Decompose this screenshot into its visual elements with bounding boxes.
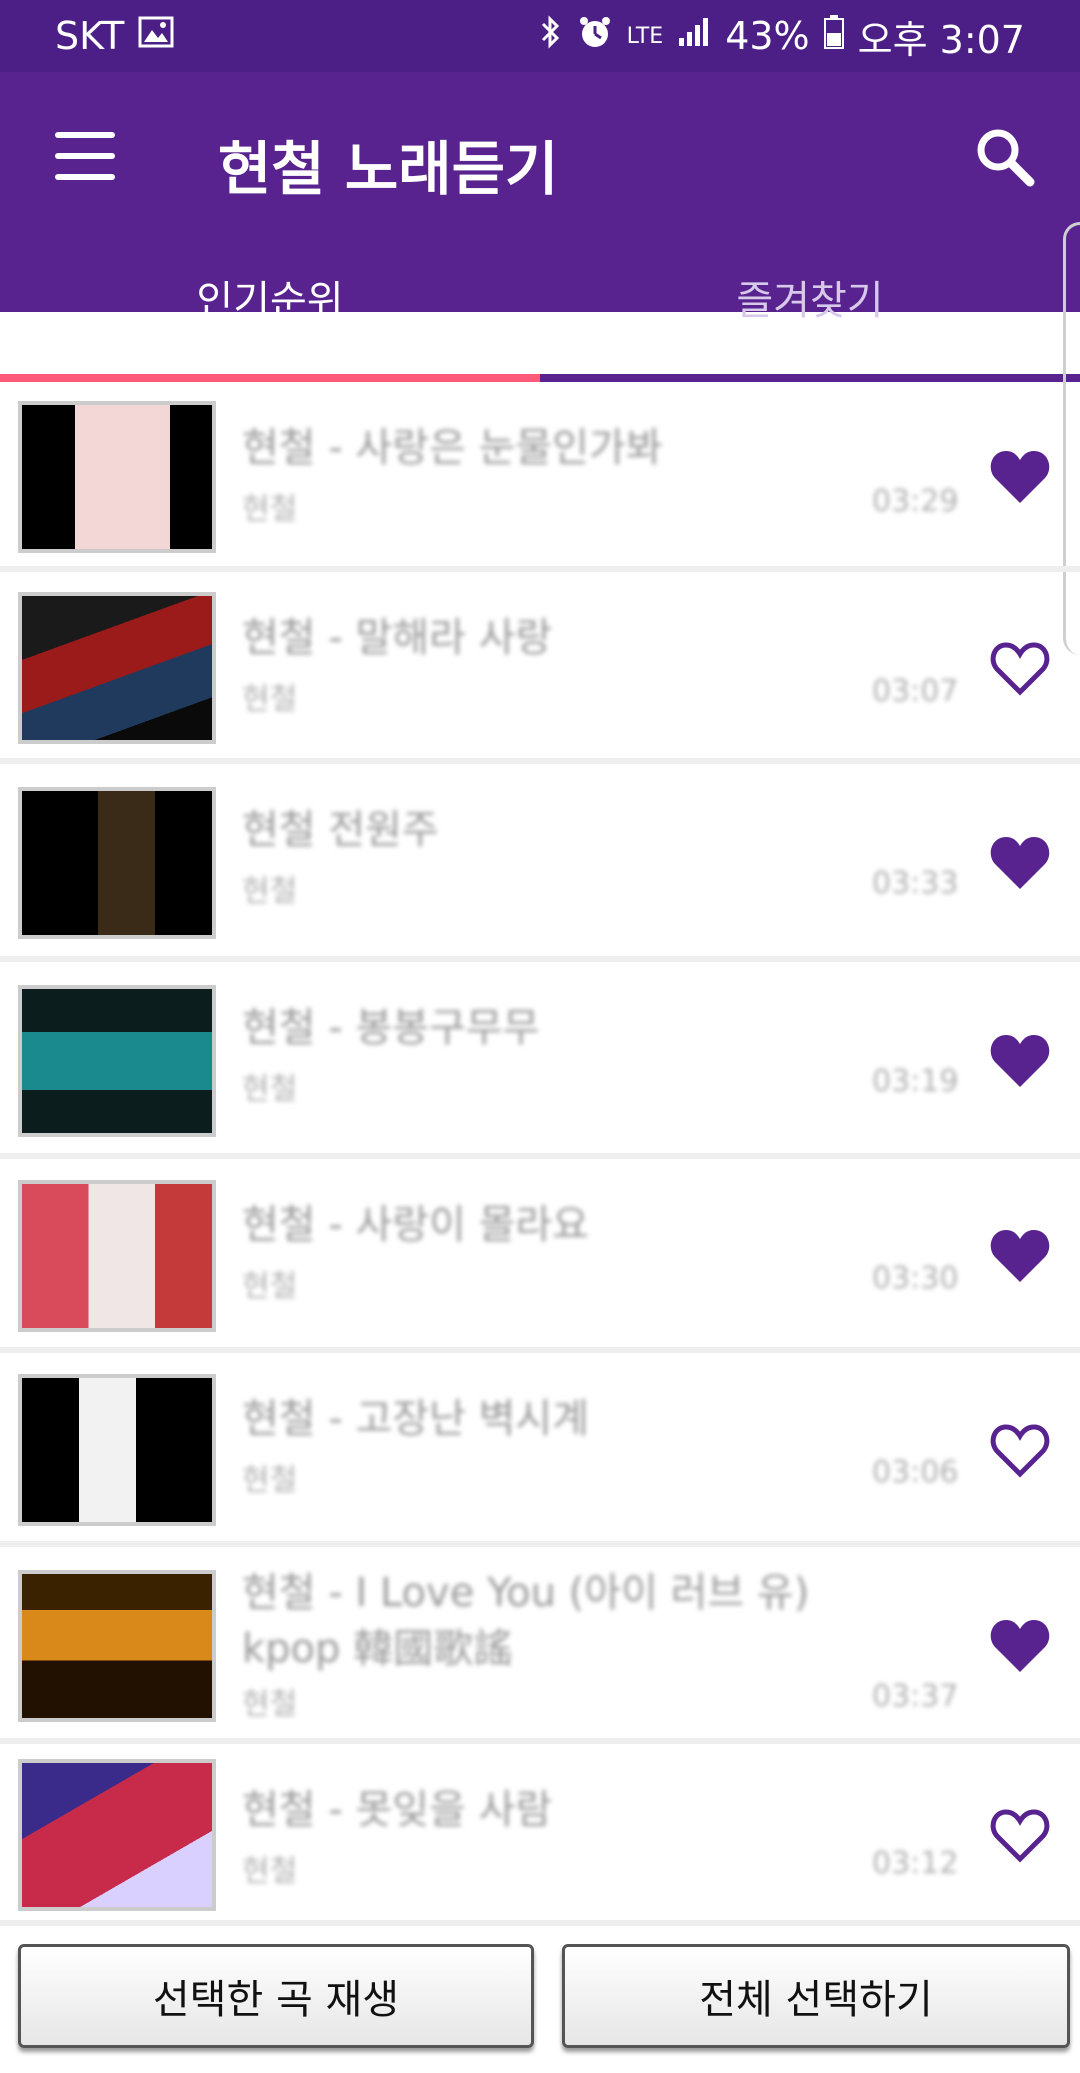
song-title: 현철 - 사랑이 몰라요 (242, 1202, 589, 1248)
song-title: 현철 - I Love You (아이 러브 유) kpop 韓國歌謠 (242, 1570, 810, 1672)
song-duration: 03:37 (872, 1679, 959, 1714)
song-row[interactable]: 현철 - 고장난 벽시계현철 03:06 (0, 1353, 1080, 1547)
song-row[interactable]: 현철 - 말해라 사랑현철 03:07 (0, 572, 1080, 764)
tab-underline-rest (540, 374, 1080, 382)
song-artist: 현철 (242, 874, 298, 909)
tab-indicator (0, 374, 540, 382)
app-title: 현철 노래듣기 (218, 135, 559, 203)
status-right: LTE 43% 오후 3:07 (539, 9, 1025, 64)
song-duration: 03:06 (872, 1455, 959, 1490)
song-artist: 현철 (242, 1854, 298, 1889)
song-artist: 현철 (242, 1269, 298, 1304)
heart-filled-icon[interactable] (988, 1616, 1052, 1676)
song-duration: 03:07 (872, 674, 959, 709)
heart-filled-icon[interactable] (988, 1031, 1052, 1091)
carrier-label: SKT (55, 14, 125, 58)
song-thumbnail (18, 1570, 216, 1722)
song-title: 현철 - 봉봉구무무 (242, 1005, 540, 1051)
song-duration: 03:19 (872, 1064, 959, 1099)
tab-favorites[interactable]: 즐겨찾기 (540, 268, 1080, 326)
bluetooth-icon (539, 14, 563, 59)
status-bar: SKT LTE 43% 오후 3:07 (0, 0, 1080, 72)
alarm-icon (577, 14, 613, 59)
song-thumbnail (18, 787, 216, 939)
song-thumbnail (18, 592, 216, 744)
song-duration: 03:30 (872, 1261, 959, 1296)
image-notification-icon (138, 16, 174, 57)
song-artist: 현철 (242, 1463, 298, 1498)
song-title: 현철 - 고장난 벽시계 (242, 1396, 589, 1442)
song-artist: 현철 (242, 1072, 298, 1107)
song-artist: 현철 (242, 492, 298, 527)
song-thumbnail (18, 1759, 216, 1911)
heart-filled-icon[interactable] (988, 447, 1052, 507)
play-selected-button[interactable]: 선택한 곡 재생 (18, 1944, 534, 2048)
status-left: SKT (55, 14, 174, 58)
clock: 오후 3:07 (857, 17, 1025, 62)
heart-outline-icon[interactable] (988, 1805, 1052, 1865)
song-thumbnail (18, 1374, 216, 1526)
song-row[interactable]: 현철 전원주현철 03:33 (0, 764, 1080, 962)
song-title: 현철 - 못잊을 사람 (242, 1787, 553, 1833)
song-duration: 03:29 (872, 484, 959, 519)
song-title: 현철 - 사랑은 눈물인가봐 (242, 425, 663, 471)
heart-outline-icon[interactable] (988, 1420, 1052, 1480)
song-artist: 현철 (242, 1687, 298, 1722)
song-thumbnail (18, 985, 216, 1137)
select-all-button[interactable]: 전체 선택하기 (562, 1944, 1070, 2048)
heart-filled-icon[interactable] (988, 833, 1052, 893)
heart-filled-icon[interactable] (988, 1226, 1052, 1286)
network-type: LTE (626, 23, 664, 49)
bottom-action-bar: 선택한 곡 재생 전체 선택하기 (0, 1930, 1080, 2073)
song-artist: 현철 (242, 682, 298, 717)
battery-percent: 43% (725, 14, 810, 58)
song-title: 현철 - 말해라 사랑 (242, 615, 553, 661)
battery-icon (823, 14, 844, 58)
song-row[interactable]: 현철 - 못잊을 사람현철 03:12 (0, 1744, 1080, 1926)
search-icon[interactable] (970, 122, 1040, 192)
song-row[interactable]: 현철 - 사랑이 몰라요현철 03:30 (0, 1159, 1080, 1353)
signal-icon (677, 16, 711, 57)
tab-popular[interactable]: 인기순위 (0, 268, 540, 326)
song-thumbnail (18, 401, 216, 553)
song-thumbnail (18, 1180, 216, 1332)
song-row[interactable]: 현철 - I Love You (아이 러브 유) kpop 韓國歌謠 현철 03:… (0, 1547, 1080, 1744)
song-duration: 03:12 (872, 1846, 959, 1881)
song-duration: 03:33 (872, 866, 959, 901)
heart-outline-icon[interactable] (988, 638, 1052, 698)
song-title: 현철 전원주 (242, 807, 439, 853)
hamburger-menu-icon[interactable] (55, 132, 115, 180)
song-row[interactable]: 현철 - 봉봉구무무현철 03:19 (0, 962, 1080, 1159)
song-row[interactable]: 현철 - 사랑은 눈물인가봐현철 03:29 (0, 382, 1080, 572)
